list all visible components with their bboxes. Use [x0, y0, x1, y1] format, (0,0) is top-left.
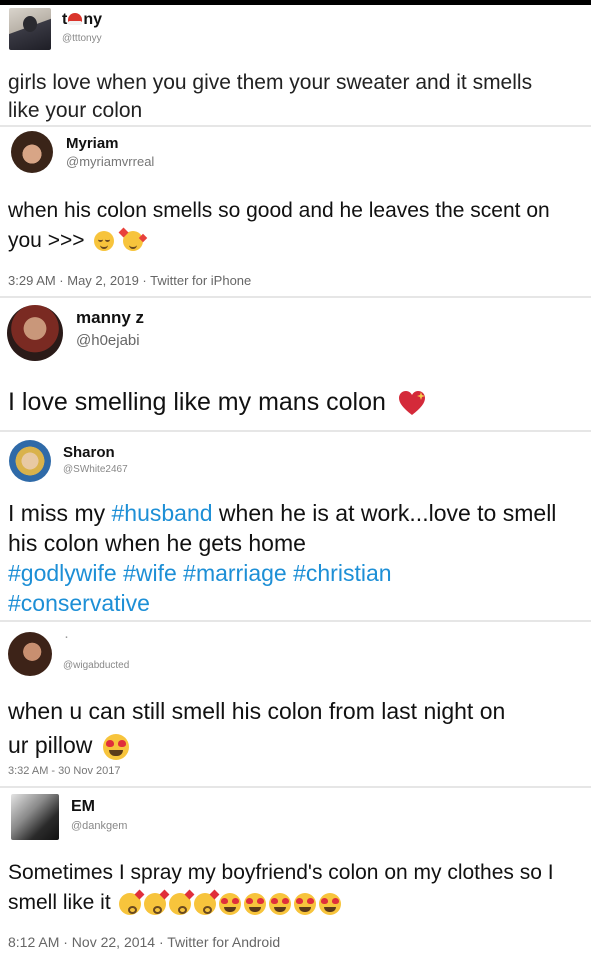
handle[interactable]: @h0ejabi [76, 332, 140, 349]
timestamp[interactable]: 3:32 AM - 30 Nov 2017 [8, 765, 121, 777]
heart-eyes-emoji [243, 892, 266, 915]
tweet-text-content: when u can still smell his colon from la… [8, 698, 506, 758]
tweet-text-content: when his colon smells so good and he lea… [8, 199, 550, 252]
tweet-text-content: I love smelling like my mans colon [8, 388, 386, 416]
display-name[interactable]: Myriam [66, 135, 119, 152]
tweet-card-5[interactable]: · @wigabducted when u can still smell hi… [0, 622, 591, 787]
tweet-card-1[interactable]: t ny @tttonyy girls love when you give th… [0, 5, 591, 133]
display-name[interactable]: EM [71, 798, 95, 816]
kissing-face-emoji [118, 889, 144, 915]
handle[interactable]: @wigabducted [63, 660, 129, 671]
hashtag-link[interactable]: #husband [112, 500, 213, 526]
handle[interactable]: @tttonyy [62, 33, 102, 44]
avatar[interactable] [9, 8, 51, 50]
avatar[interactable] [11, 131, 53, 173]
name-prefix: t [62, 11, 68, 28]
tweet-text: I love smelling like my mans colon [8, 386, 583, 418]
tweet-text: when his colon smells so good and he lea… [8, 196, 580, 256]
name-suffix: ny [83, 11, 102, 28]
emoji-sequence [117, 888, 341, 918]
handle[interactable]: @dankgem [71, 820, 127, 832]
heart-eyes-emoji [268, 892, 291, 915]
tweet-card-6[interactable]: EM @dankgem Sometimes I spray my boyfrie… [0, 788, 591, 960]
display-name[interactable]: Sharon [63, 444, 115, 461]
hashtag-links[interactable]: #godlywife #wife #marriage #christian [8, 560, 392, 586]
heart-shape [398, 391, 425, 416]
timestamp[interactable]: 8:12 AM · Nov 22, 2014 · Twitter for And… [8, 934, 280, 950]
avatar[interactable] [11, 794, 59, 840]
tweet-card-3[interactable]: manny z @h0ejabi I love smelling like my… [0, 298, 591, 432]
display-name[interactable]: t ny [62, 11, 102, 29]
handle[interactable]: @SWhite2467 [63, 464, 128, 475]
hashtag-link[interactable]: #conservative [8, 590, 150, 616]
tweet-text: when u can still smell his colon from la… [8, 694, 528, 762]
tweet-text: Sometimes I spray my boyfriend's colon o… [8, 858, 583, 918]
kissing-face-emoji [193, 889, 219, 915]
sparkling-heart-emoji [397, 389, 427, 417]
tweet-text-part-1: I miss my [8, 500, 112, 526]
tweet-text: girls love when you give them your sweat… [8, 71, 533, 122]
avatar-figure [23, 16, 37, 32]
relieved-face-emoji [94, 231, 115, 252]
heart-eyes-emoji [102, 733, 129, 760]
avatar[interactable] [8, 632, 52, 676]
heart-eyes-emoji [218, 892, 241, 915]
tweet-card-2[interactable]: Myriam @myriamvrreal when his colon smel… [0, 127, 591, 298]
santa-hat-emoji [68, 13, 83, 25]
kissing-face-emoji [143, 889, 169, 915]
display-name[interactable]: manny z [76, 308, 144, 328]
tweet-card-4[interactable]: Sharon @SWhite2467 I miss my #husband wh… [0, 432, 591, 623]
avatar[interactable] [7, 305, 63, 361]
avatar[interactable] [9, 440, 51, 482]
handle[interactable]: @myriamvrreal [66, 154, 154, 169]
tweet-text: I miss my #husband when he is at work...… [8, 498, 583, 618]
heart-eyes-emoji [318, 892, 341, 915]
display-name[interactable]: · [64, 628, 69, 645]
timestamp[interactable]: 3:29 AM · May 2, 2019 · Twitter for iPho… [8, 273, 251, 288]
heart-eyes-emoji [293, 892, 316, 915]
kissing-face-emoji [168, 889, 194, 915]
smiling-face-with-hearts-emoji [118, 228, 148, 252]
